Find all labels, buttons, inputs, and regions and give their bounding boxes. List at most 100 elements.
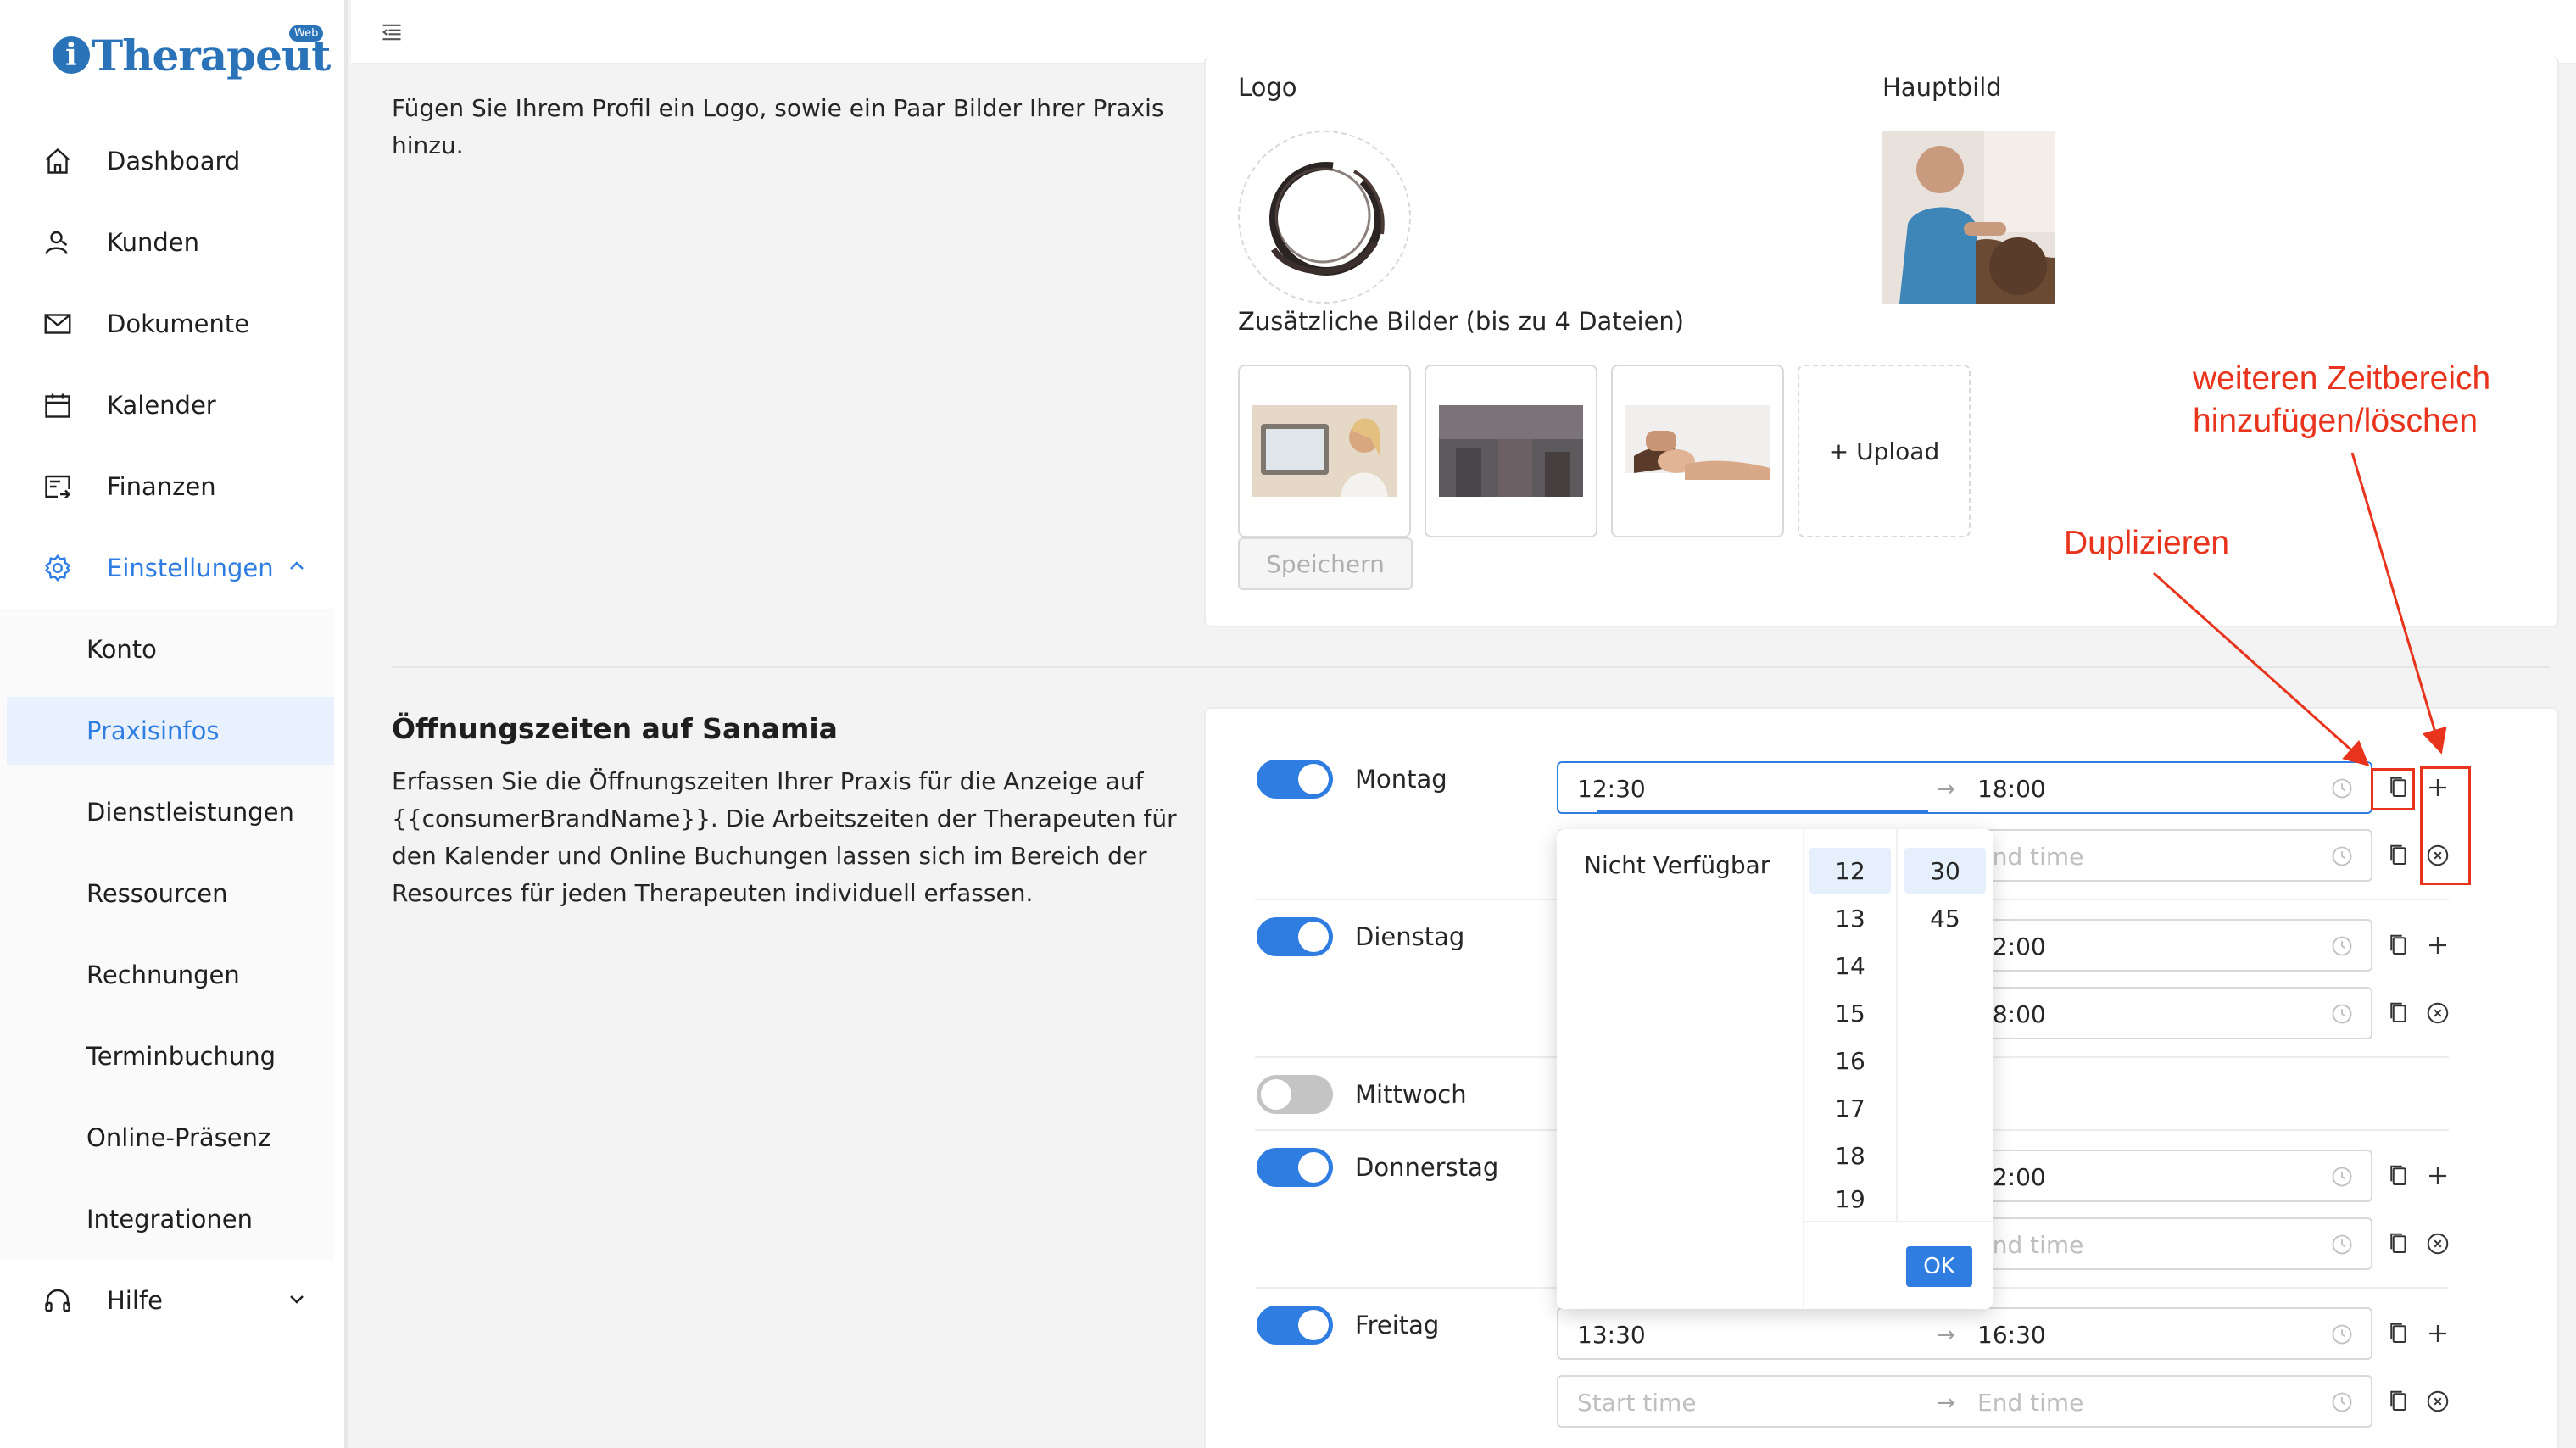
sidebar-subitem-praxisinfos[interactable]: Praxisinfos [7,697,334,765]
end-time-value[interactable]: 18:00 [1977,775,2046,803]
toggle-mittwoch[interactable] [1257,1075,1333,1114]
extra-image-1[interactable] [1238,365,1411,537]
picker-column-divider [1896,829,1898,1221]
sidebar-item-hilfe[interactable]: Hilfe [0,1267,339,1334]
hour-option[interactable]: 15 [1809,990,1891,1036]
annotation-duplicate: Duplizieren [2064,525,2230,561]
hour-option[interactable]: 12 [1809,848,1891,894]
duplicate-donnerstag-1[interactable] [2384,1161,2413,1190]
day-label-dienstag: Dienstag [1355,922,1465,951]
picker-ok-button[interactable]: OK [1906,1246,1972,1287]
toggle-montag[interactable] [1257,760,1333,799]
end-time-placeholder[interactable]: End time [1977,843,2083,871]
sidebar-subitem-online-praesenz[interactable]: Online-Präsenz [0,1104,334,1172]
arrow-right-icon: → [1937,1390,1955,1416]
remove-range-donnerstag-2[interactable] [2423,1229,2452,1258]
duplicate-dienstag-1[interactable] [2384,931,2413,960]
hour-option[interactable]: 13 [1809,895,1891,941]
therapist-photo [1882,131,2055,304]
main-image[interactable] [1882,131,2055,304]
not-available-option[interactable]: Nicht Verfügbar [1584,851,1770,879]
plus-icon [2429,1167,2446,1184]
hour-option[interactable]: 14 [1809,943,1891,989]
brand-logo-letter: i [53,36,90,74]
minute-option[interactable]: 45 [1904,895,1986,941]
extra-image-3[interactable] [1611,365,1784,537]
add-range-dienstag[interactable] [2423,931,2452,960]
home-icon [42,146,73,176]
clock-icon [2332,1167,2352,1187]
sidebar-item-kunden[interactable]: Kunden [0,209,339,276]
sidebar-subitem-konto[interactable]: Konto [0,615,334,683]
end-time-value[interactable]: 16:30 [1977,1321,2046,1349]
hour-option[interactable]: 16 [1809,1038,1891,1083]
toggle-freitag[interactable] [1257,1306,1333,1345]
upload-button[interactable]: + Upload [1798,365,1971,537]
sidebar-item-label: Finanzen [107,472,216,501]
day-label-donnerstag: Donnerstag [1355,1153,1499,1182]
sidebar-item-dokumente[interactable]: Dokumente [0,290,339,358]
toggle-dienstag[interactable] [1257,917,1333,956]
remove-range-dienstag-2[interactable] [2423,999,2452,1028]
sidebar-subitem-dienstleistungen[interactable]: Dienstleistungen [0,778,334,846]
hour-option[interactable]: 17 [1809,1085,1891,1131]
sidebar: i Therapeut Web Dashboard Kunden Dokumen… [0,0,348,1448]
annotation-duplicate-highlight [2371,768,2415,810]
ink-circle-logo-image [1269,162,1385,276]
logo-label: Logo [1238,73,1297,102]
settings-submenu: Konto Praxisinfos Dienstleistungen Resso… [0,609,334,1260]
headset-icon [42,1285,73,1316]
extra-image-2[interactable] [1425,365,1597,537]
arrow-right-icon: → [1937,1323,1955,1348]
sidebar-subitem-ressourcen[interactable]: Ressourcen [0,860,334,927]
time-range-montag-1[interactable]: 12:30 → 18:00 [1557,761,2372,814]
duplicate-dienstag-2[interactable] [2384,999,2413,1028]
clock-icon [2332,1004,2352,1024]
duplicate-montag-2[interactable] [2384,841,2413,870]
sidebar-item-kalender[interactable]: Kalender [0,371,339,439]
duplicate-freitag-2[interactable] [2384,1387,2413,1416]
copy-icon [2390,1233,2406,1253]
time-range-freitag-2[interactable]: Start time → End time [1557,1375,2372,1428]
add-range-freitag[interactable] [2423,1319,2452,1348]
start-time-value[interactable]: 13:30 [1577,1321,1646,1349]
day-label-mittwoch: Mittwoch [1355,1080,1467,1109]
save-button[interactable]: Speichern [1238,537,1413,590]
picker-footer-divider [1803,1221,1993,1222]
add-range-donnerstag[interactable] [2423,1161,2452,1190]
hour-option[interactable]: 18 [1809,1133,1891,1178]
brand-logo[interactable]: i Therapeut Web [53,25,331,85]
sidebar-item-label: Dashboard [107,147,241,175]
time-picker-dropdown: Nicht Verfügbar 12 13 14 15 16 17 18 19 … [1557,829,1993,1309]
hours-section-title: Öffnungszeiten auf Sanamia [392,712,838,745]
copy-icon [2390,1165,2406,1185]
sidebar-item-einstellungen[interactable]: Einstellungen [0,534,339,602]
finance-icon [42,471,73,502]
hours-section-description: Erfassen Sie die Öffnungszeiten Ihrer Pr… [392,767,1177,907]
duplicate-donnerstag-2[interactable] [2384,1229,2413,1258]
clock-icon [2332,1234,2352,1255]
time-range-freitag-1[interactable]: 13:30 → 16:30 [1557,1307,2372,1360]
sidebar-subitem-integrationen[interactable]: Integrationen [0,1185,334,1253]
day-label-montag: Montag [1355,765,1447,794]
toggle-donnerstag[interactable] [1257,1148,1333,1187]
sidebar-subitem-terminbuchung[interactable]: Terminbuchung [0,1022,334,1090]
sidebar-item-dashboard[interactable]: Dashboard [0,127,339,195]
minute-option[interactable]: 30 [1904,848,1986,894]
sidebar-item-finanzen[interactable]: Finanzen [0,453,339,521]
hour-option[interactable]: 19 [1809,1180,1891,1217]
end-time-placeholder[interactable]: End time [1977,1231,2083,1259]
picker-column-divider [1803,829,1804,1309]
end-time-placeholder[interactable]: End time [1977,1389,2083,1417]
calendar-icon [42,390,73,420]
start-time-value[interactable]: 12:30 [1577,775,1646,803]
remove-range-freitag-2[interactable] [2423,1387,2452,1416]
sidebar-item-label: Einstellungen [107,554,274,582]
menu-fold-icon[interactable] [380,20,404,44]
start-time-placeholder[interactable]: Start time [1577,1389,1697,1417]
annotation-add-remove-line2: hinzufügen/löschen [2193,403,2478,439]
plus-icon [2429,1325,2446,1342]
sidebar-subitem-rechnungen[interactable]: Rechnungen [0,941,334,1009]
logo-upload[interactable] [1238,131,1411,304]
duplicate-freitag-1[interactable] [2384,1319,2413,1348]
